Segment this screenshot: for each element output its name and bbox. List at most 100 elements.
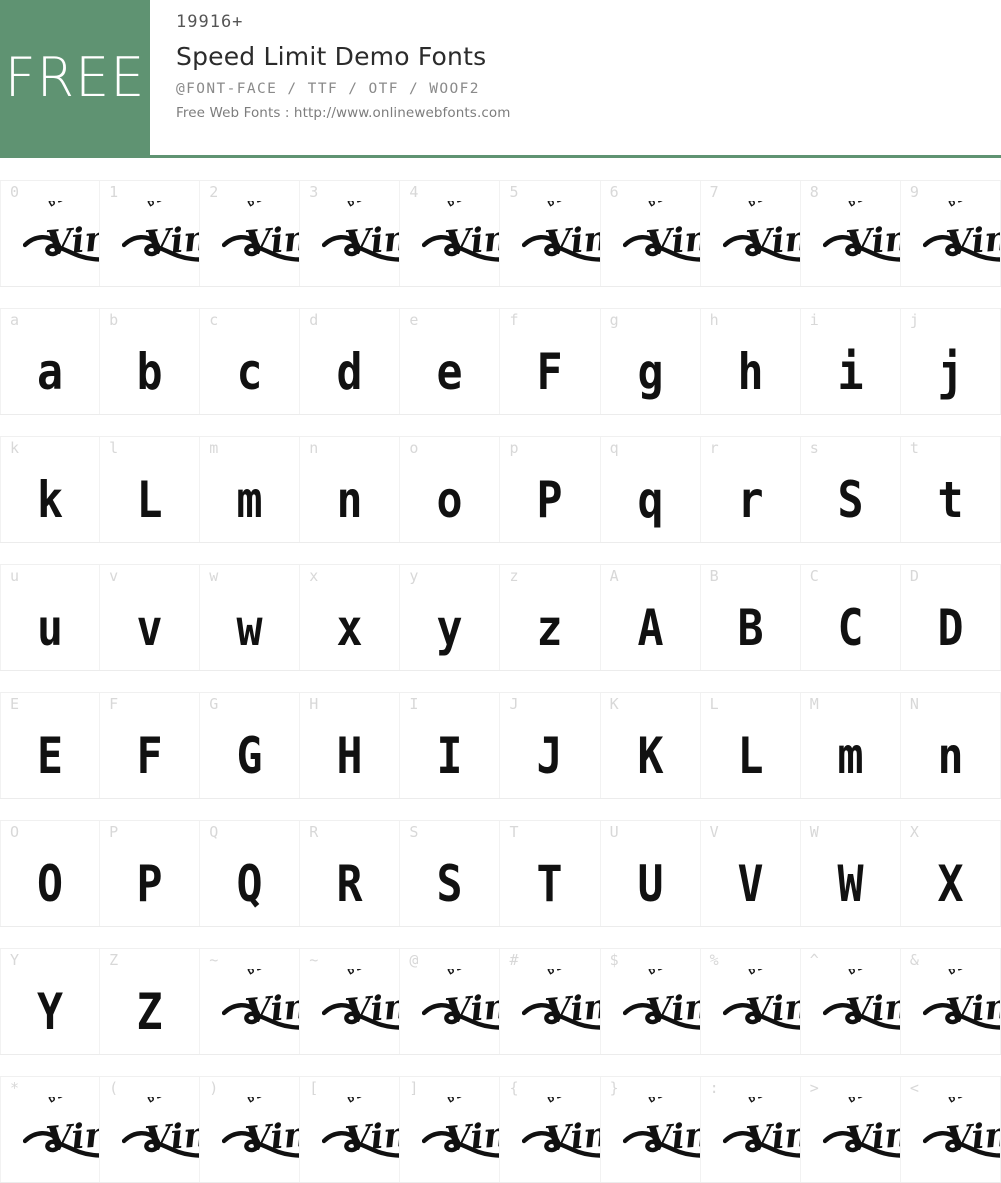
glyph-cell[interactable]: JJ [500, 693, 601, 798]
glyph-cell[interactable]: [DEMO FONT Vinty [300, 1077, 401, 1182]
glyph-cell[interactable]: FF [100, 693, 201, 798]
glyph-cell[interactable]: ee [400, 309, 501, 414]
glyph-cell[interactable]: > DEMO FONT Vinty [800, 1077, 901, 1182]
glyph-cell[interactable]: 3 DEMO FONT Vinty [300, 181, 401, 286]
glyph-cell[interactable]: DD [900, 565, 1001, 670]
glyph-cell[interactable]: 9 DEMO FONT Vinty [900, 181, 1001, 286]
glyph-cell[interactable]: RR [300, 821, 401, 926]
glyph-cell[interactable]: 2 DEMO FONT Vinty [200, 181, 301, 286]
glyph-cell-label: < [909, 1079, 920, 1097]
svg-text:Vinty: Vinty [344, 215, 401, 264]
glyph-cell[interactable]: qq [600, 437, 701, 542]
glyph-cell[interactable]: & DEMO FONT Vinty [900, 949, 1001, 1054]
glyph-cell[interactable]: ~ DEMO FONT Vinty [200, 949, 301, 1054]
glyph-cell[interactable]: Mm [800, 693, 901, 798]
glyph-cell[interactable]: (DEMO FONT Vinty [100, 1077, 201, 1182]
glyph-cell[interactable]: oo [400, 437, 501, 542]
glyph-cell[interactable]: YY [0, 949, 101, 1054]
glyph-cell[interactable]: 4 DEMO FONT Vinty [400, 181, 501, 286]
glyph-cell[interactable]: pP [500, 437, 601, 542]
glyph-cell[interactable]: # DEMO FONT Vinty [500, 949, 601, 1054]
glyph-cell[interactable]: WW [800, 821, 901, 926]
glyph-cell[interactable]: sS [800, 437, 901, 542]
glyph-cell[interactable]: {DEMO FONT Vinty [500, 1077, 601, 1182]
glyph-cell[interactable]: GG [200, 693, 301, 798]
vinty-demo-logo: DEMO FONT Vinty [722, 969, 800, 1041]
glyph-cell[interactable]: II [400, 693, 501, 798]
svg-text:Vinty: Vinty [844, 1111, 901, 1160]
glyph-cell[interactable]: ] DEMO FONT Vinty [400, 1077, 501, 1182]
glyph-cell[interactable]: 7 DEMO FONT Vinty [700, 181, 801, 286]
glyph-cell[interactable]: nn [300, 437, 401, 542]
glyph-cell[interactable]: zz [500, 565, 601, 670]
glyph-cell-label: s [809, 439, 820, 457]
glyph-preview: h [737, 343, 764, 402]
glyph-cell[interactable]: aa [0, 309, 101, 414]
glyph-cell[interactable]: cc [200, 309, 301, 414]
glyph-cell[interactable]: hh [700, 309, 801, 414]
glyph-cell[interactable]: fF [500, 309, 601, 414]
glyph-cell[interactable]: dd [300, 309, 401, 414]
glyph-preview: X [937, 855, 964, 914]
glyph-cell[interactable]: rr [700, 437, 801, 542]
glyph-cell[interactable]: OO [0, 821, 101, 926]
glyph-cell[interactable]: 1 DEMO FONT Vinty [100, 181, 201, 286]
glyph-cell[interactable]: ii [800, 309, 901, 414]
glyph-cell-label: ( [109, 1079, 119, 1097]
glyph-cell[interactable]: CC [800, 565, 901, 670]
svg-text:Vinty: Vinty [344, 983, 401, 1032]
glyph-cell[interactable]: tt [900, 437, 1001, 542]
glyph-cell[interactable]: vv [100, 565, 201, 670]
glyph-cell[interactable]: kk [0, 437, 101, 542]
glyph-cell[interactable]: KK [600, 693, 701, 798]
glyph-cell[interactable]: PP [100, 821, 201, 926]
glyph-cell[interactable]: LL [700, 693, 801, 798]
glyph-cell[interactable]: ~ DEMO FONT Vinty [300, 949, 401, 1054]
glyph-preview: o [436, 471, 463, 530]
glyph-preview: m [837, 727, 864, 786]
glyph-cell[interactable]: 5 DEMO FONT Vinty [500, 181, 601, 286]
glyph-cell[interactable]: } DEMO FONT Vinty [600, 1077, 701, 1182]
glyph-cell[interactable]: HH [300, 693, 401, 798]
glyph-cell[interactable]: VV [700, 821, 801, 926]
svg-text:Vinty: Vinty [744, 215, 801, 264]
glyph-cell[interactable]: 8 DEMO FONT Vinty [800, 181, 901, 286]
glyph-cell[interactable]: Nn [900, 693, 1001, 798]
glyph-cell[interactable]: bb [100, 309, 201, 414]
glyph-cell[interactable]: BB [700, 565, 801, 670]
glyph-cell[interactable]: ^ DEMO FONT Vinty [800, 949, 901, 1054]
glyph-cell[interactable]: xx [300, 565, 401, 670]
glyph-preview: Y [37, 983, 64, 1042]
glyph-cell-label: H [309, 695, 319, 713]
glyph-cell[interactable]: yy [400, 565, 501, 670]
glyph-preview: D [937, 599, 964, 658]
glyph-cell[interactable]: ZZ [100, 949, 201, 1054]
glyph-cell[interactable]: : DEMO FONT Vinty [700, 1077, 801, 1182]
vinty-demo-logo: DEMO FONT Vinty [722, 201, 801, 273]
glyph-cell[interactable]: * DEMO FONT Vinty [0, 1077, 101, 1182]
glyph-cell[interactable]: ww [200, 565, 301, 670]
vinty-demo-logo: DEMO FONT Vinty [422, 201, 500, 273]
glyph-cell[interactable]: QQ [200, 821, 301, 926]
glyph-cell[interactable]: AA [600, 565, 701, 670]
glyph-cell[interactable]: 6 DEMO FONT Vinty [600, 181, 701, 286]
glyph-cell[interactable]: mm [200, 437, 301, 542]
glyph-cell[interactable]: gg [600, 309, 701, 414]
glyph-cell[interactable]: @ DEMO FONT Vinty [400, 949, 501, 1054]
glyph-cell[interactable]: 0 DEMO FONT Vinty [0, 181, 101, 286]
glyph-cell[interactable]: UU [600, 821, 701, 926]
svg-text:DEMO FONT: DEMO FONT [947, 201, 1001, 210]
svg-text:Vinty: Vinty [243, 1111, 300, 1160]
glyph-cell[interactable]: SS [400, 821, 501, 926]
glyph-cell[interactable]: XX [900, 821, 1001, 926]
glyph-cell[interactable]: TT [500, 821, 601, 926]
glyph-cell[interactable]: uu [0, 565, 101, 670]
glyph-cell[interactable]: % DEMO FONT Vinty [700, 949, 801, 1054]
glyph-cell[interactable]: ) DEMO FONT Vinty [200, 1077, 301, 1182]
glyph-cell[interactable]: $ DEMO FONT Vinty [600, 949, 701, 1054]
glyph-cell[interactable]: < DEMO FONT Vinty [900, 1077, 1001, 1182]
glyph-cell[interactable]: lL [100, 437, 201, 542]
glyph-cell[interactable]: jj [900, 309, 1001, 414]
glyph-cell[interactable]: EE [0, 693, 101, 798]
source-link[interactable]: Free Web Fonts : http://www.onlinewebfon… [176, 105, 1001, 121]
